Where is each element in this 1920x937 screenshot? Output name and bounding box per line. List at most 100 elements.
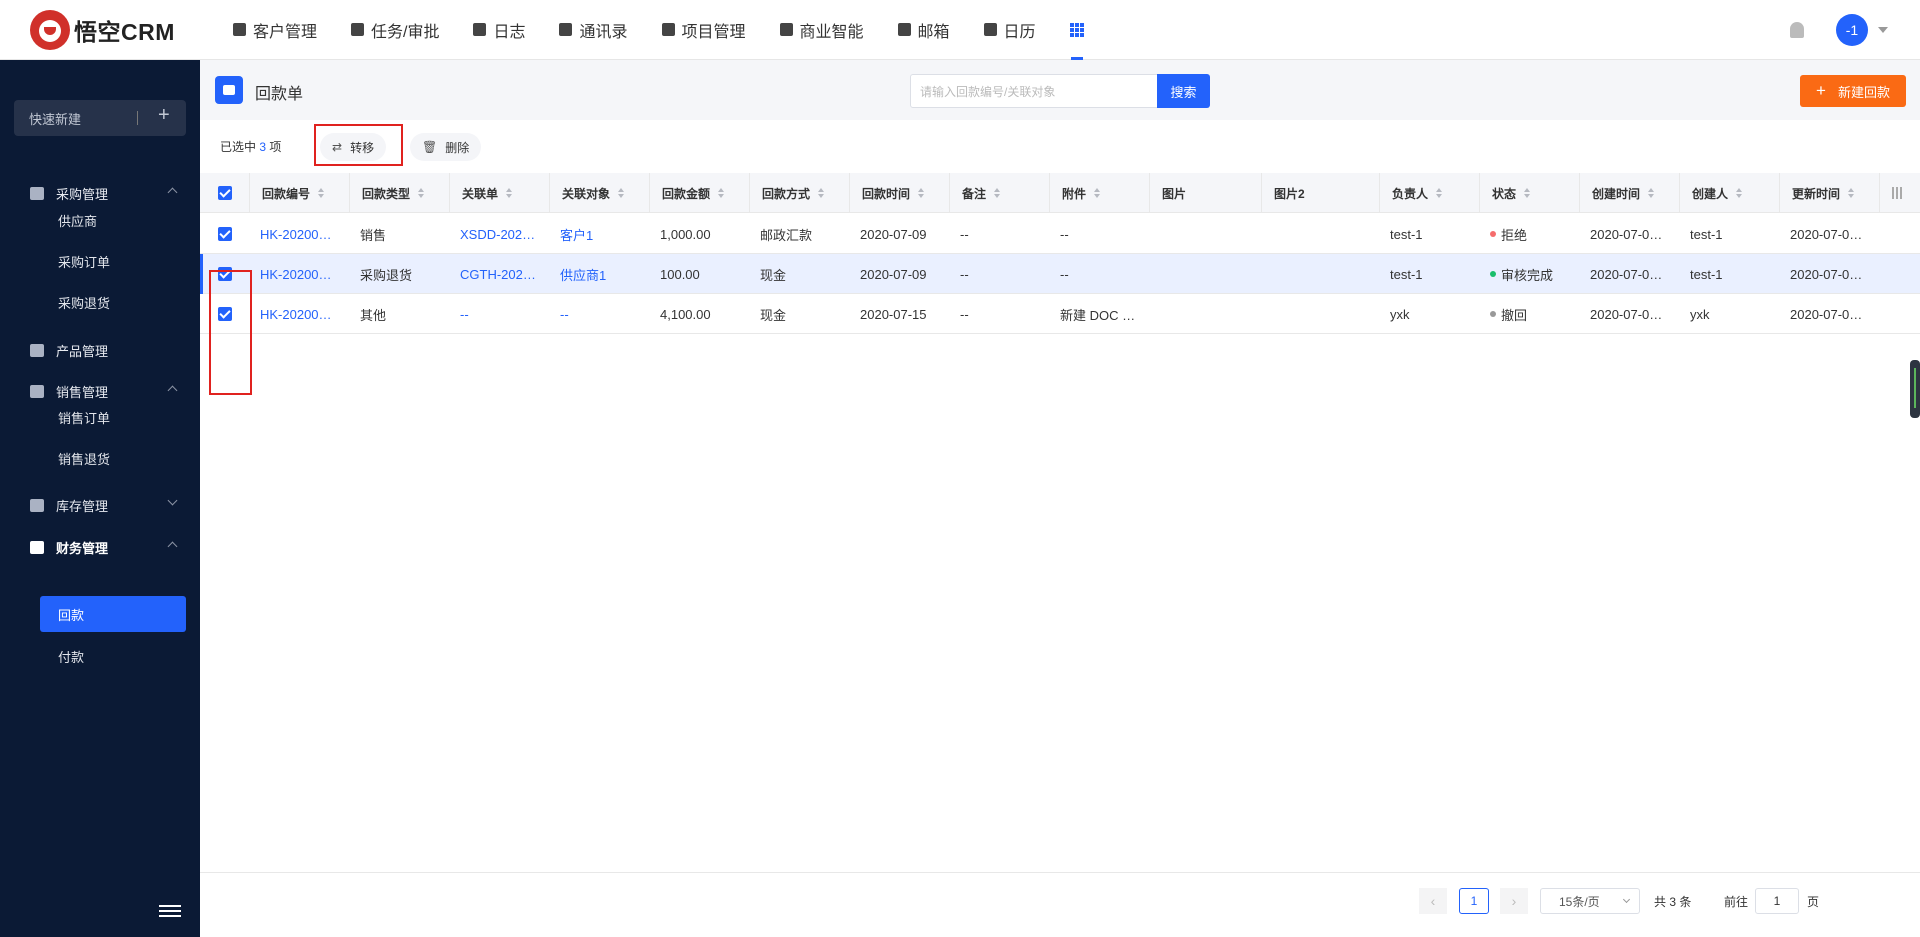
nav-item-contacts[interactable]: 通讯录 [542, 0, 644, 60]
sort-icon[interactable] [918, 188, 925, 198]
sort-icon[interactable] [1524, 188, 1531, 198]
chevron-down-icon [1622, 895, 1631, 904]
col-header[interactable]: 关联对象 [550, 173, 650, 213]
col-header[interactable]: 创建人 [1680, 173, 1780, 213]
sidebar-item-receipt[interactable]: 回款 [40, 596, 186, 632]
nav-item-customer[interactable]: 客户管理 [216, 0, 334, 60]
nav-item-calendar[interactable]: 日历 [967, 0, 1053, 60]
sort-icon[interactable] [818, 188, 825, 198]
total-count: 共 3 条 [1654, 894, 1692, 909]
col-header[interactable]: 附件 [1050, 173, 1150, 213]
page-size-select[interactable]: 15条/页 [1540, 888, 1640, 914]
logo[interactable]: 悟空CRM [0, 9, 200, 50]
table-cell[interactable]: XSDD-202… [450, 214, 550, 254]
col-header[interactable]: 回款编号 [250, 173, 350, 213]
selection-info: 已选中 3 项 [220, 140, 282, 154]
table-row[interactable]: HK-20200… 采购退货 CGTH-202… 供应商1 100.00 现金 2020-0… [200, 254, 1920, 294]
sort-icon[interactable] [506, 188, 513, 198]
sidebar-item-purchase-return[interactable]: 采购退货 [58, 284, 110, 320]
col-header[interactable]: 图片2 [1262, 173, 1380, 213]
plus-icon[interactable]: + [158, 104, 170, 127]
prev-page-button[interactable]: ‹ [1419, 888, 1447, 914]
column-settings-icon[interactable] [1892, 187, 1902, 199]
table-row[interactable]: HK-20200… 其他 -- -- 4,100.00 现金 2020-07-15 -- 新建 … [200, 294, 1920, 334]
col-header[interactable]: 图片 [1150, 173, 1262, 213]
col-header[interactable]: 创建时间 [1580, 173, 1680, 213]
col-header[interactable]: 回款时间 [850, 173, 950, 213]
table-cell: 2020-07-0… [1790, 306, 1863, 322]
table-cell[interactable]: HK-20200… [250, 214, 350, 254]
table-cell: 4,100.00 [660, 306, 711, 322]
nav-item-bi[interactable]: 商业智能 [763, 0, 881, 60]
col-header[interactable]: 关联单 [450, 173, 550, 213]
chevron-up-icon [167, 541, 178, 552]
sort-icon[interactable] [1848, 188, 1855, 198]
table-cell: 销售 [360, 227, 387, 243]
bell-icon[interactable] [1790, 22, 1804, 38]
sort-icon[interactable] [718, 188, 725, 198]
sort-icon[interactable] [994, 188, 1001, 198]
sort-icon[interactable] [318, 188, 325, 198]
trash-icon: 🗑 [422, 140, 438, 154]
table-cell[interactable]: HK-20200… [250, 294, 350, 334]
quick-new-button[interactable]: 快速新建 + [14, 100, 186, 136]
table-cell[interactable]: 客户1 [550, 214, 650, 254]
table-cell: 现金 [760, 267, 787, 283]
col-header[interactable]: 负责人 [1380, 173, 1480, 213]
sidebar-item-supplier[interactable]: 供应商 [58, 202, 97, 238]
sidebar-group-finance[interactable]: 财务管理 [0, 527, 200, 567]
sort-icon[interactable] [1736, 188, 1743, 198]
new-receipt-button[interactable]: + 新建回款 [1800, 75, 1906, 107]
sort-icon[interactable] [1436, 188, 1443, 198]
chevron-down-icon[interactable] [1878, 27, 1888, 33]
avatar[interactable]: -1 [1836, 14, 1868, 46]
table-cell[interactable]: -- [450, 294, 550, 334]
search-input[interactable]: 请输入回款编号/关联对象 [910, 74, 1158, 108]
table-cell: test-1 [1390, 266, 1423, 282]
main-content: 回款单 请输入回款编号/关联对象 搜索 + 新建回款 已选中 3 项 ⇄ 转移 🗑 删… [200, 60, 1920, 937]
table-cell[interactable]: 供应商1 [550, 254, 650, 294]
sidebar-item-sales-order[interactable]: 销售订单 [58, 399, 110, 435]
nav-item-mail[interactable]: 邮箱 [881, 0, 967, 60]
select-all-checkbox[interactable] [200, 173, 250, 213]
sort-icon[interactable] [1648, 188, 1655, 198]
col-header[interactable]: 状态 [1480, 173, 1580, 213]
mail-icon [897, 23, 911, 36]
table-cell[interactable]: CGTH-202… [450, 254, 550, 294]
col-header[interactable]: 回款类型 [350, 173, 450, 213]
sidebar-item-payment[interactable]: 付款 [58, 638, 84, 674]
table-cell[interactable]: HK-20200… [250, 254, 350, 294]
table-cell[interactable]: -- [550, 294, 650, 334]
divider [137, 111, 138, 125]
table-cell: 其他 [360, 307, 387, 323]
sort-icon[interactable] [618, 188, 625, 198]
row-checkbox[interactable] [200, 214, 250, 254]
sidebar-group-product[interactable]: 产品管理 [0, 330, 200, 370]
page-number[interactable]: 1 [1459, 888, 1489, 914]
col-header[interactable]: 回款金额 [650, 173, 750, 213]
nav-item-task[interactable]: 任务/审批 [334, 0, 456, 60]
sort-icon[interactable] [1094, 188, 1101, 198]
sidebar-item-purchase-order[interactable]: 采购订单 [58, 243, 110, 279]
nav-item-apps[interactable] [1053, 0, 1101, 60]
brand-name: 悟空CRM [74, 18, 175, 45]
table-cell [1150, 214, 1262, 254]
goto-page-input[interactable]: 1 [1755, 888, 1799, 914]
delete-button[interactable]: 🗑 删除 [410, 133, 482, 161]
sort-icon[interactable] [418, 188, 425, 198]
sidebar-item-sales-return[interactable]: 销售退货 [58, 440, 110, 476]
log-icon [473, 23, 487, 36]
col-header[interactable]: 备注 [950, 173, 1050, 213]
next-page-button[interactable]: › [1500, 888, 1528, 914]
nav-item-project[interactable]: 项目管理 [645, 0, 763, 60]
col-header[interactable]: 回款方式 [750, 173, 850, 213]
nav-item-log[interactable]: 日志 [456, 0, 542, 60]
collapse-sidebar-icon[interactable] [159, 905, 181, 919]
scrollbar[interactable] [1910, 360, 1920, 418]
table-row[interactable]: HK-20200… 销售 XSDD-202… 客户1 1,000.00 邮政汇款 2020-… [200, 214, 1920, 254]
sidebar-group-purchase[interactable]: 采购管理 [0, 173, 200, 213]
col-header[interactable]: 更新时间 [1780, 173, 1880, 213]
table-cell: -- [960, 306, 969, 322]
sidebar-group-inventory[interactable]: 库存管理 [0, 485, 200, 525]
search-button[interactable]: 搜索 [1157, 74, 1210, 108]
